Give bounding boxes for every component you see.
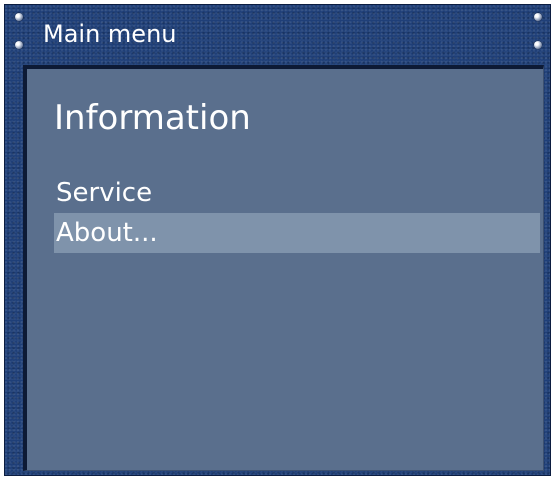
menu-item-service[interactable]: Service (54, 173, 540, 213)
rivet-icon (15, 13, 23, 21)
title-bar: Main menu (5, 5, 550, 61)
window-title: Main menu (43, 20, 177, 48)
menu-panel: Information Service About... (23, 65, 544, 471)
menu-list: Service About... (54, 173, 540, 253)
rivet-icon (534, 13, 542, 21)
rivet-icon (15, 41, 23, 49)
main-menu-window: Main menu Information Service About... (4, 4, 551, 476)
rivet-icon (534, 41, 542, 49)
menu-item-about[interactable]: About... (54, 213, 540, 253)
panel-heading: Information (54, 98, 251, 138)
